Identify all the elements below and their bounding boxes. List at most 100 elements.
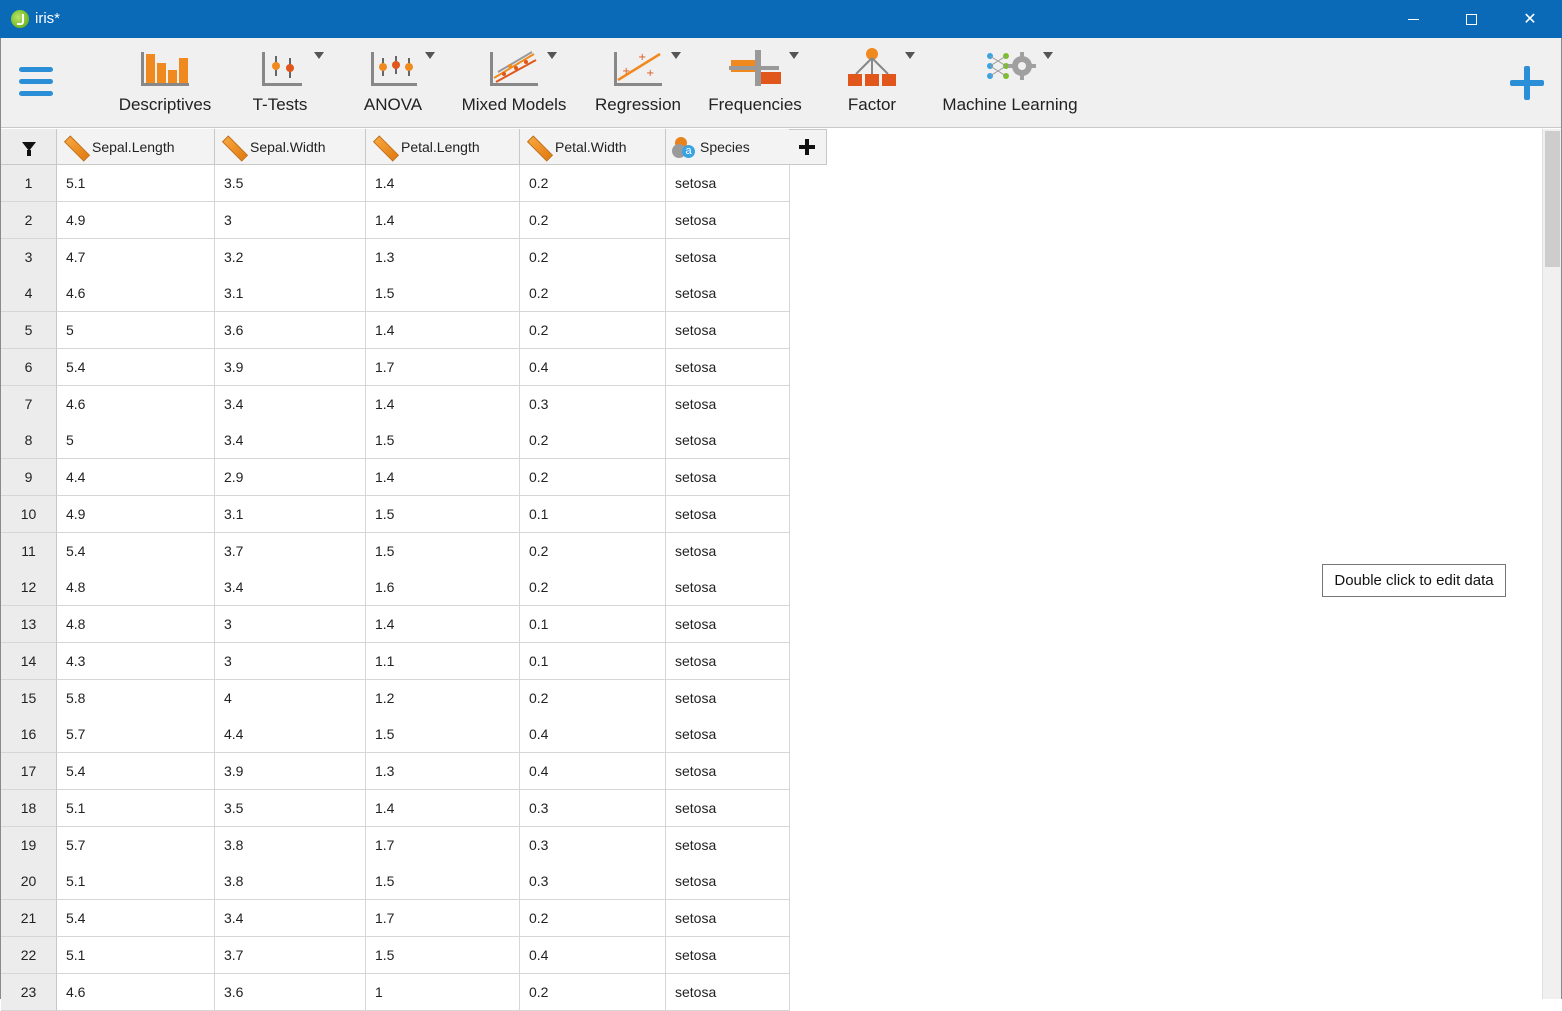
- data-cell[interactable]: 5.7: [57, 716, 215, 753]
- data-cell[interactable]: 1: [366, 974, 520, 1011]
- data-cell[interactable]: 1.4: [366, 606, 520, 643]
- ribbon-descriptives-button[interactable]: Descriptives: [115, 46, 215, 115]
- row-header[interactable]: 19: [1, 827, 57, 864]
- data-cell[interactable]: 4.7: [57, 239, 215, 276]
- data-cell[interactable]: 1.3: [366, 239, 520, 276]
- data-cell[interactable]: 0.4: [520, 753, 666, 790]
- column-header-petal-width[interactable]: Petal.Width: [520, 129, 666, 165]
- data-cell[interactable]: setosa: [666, 569, 790, 606]
- row-header[interactable]: 1: [1, 165, 57, 202]
- data-cell[interactable]: 0.2: [520, 680, 666, 717]
- data-cell[interactable]: 1.4: [366, 202, 520, 239]
- row-header[interactable]: 11: [1, 533, 57, 570]
- data-cell[interactable]: 0.2: [520, 312, 666, 349]
- data-cell[interactable]: 0.2: [520, 165, 666, 202]
- row-header[interactable]: 3: [1, 239, 57, 276]
- data-cell[interactable]: 0.1: [520, 606, 666, 643]
- data-cell[interactable]: 3.8: [215, 827, 366, 864]
- row-header[interactable]: 8: [1, 422, 57, 459]
- data-cell[interactable]: setosa: [666, 349, 790, 386]
- data-cell[interactable]: setosa: [666, 165, 790, 202]
- row-header[interactable]: 7: [1, 386, 57, 423]
- data-cell[interactable]: 0.4: [520, 349, 666, 386]
- data-cell[interactable]: setosa: [666, 422, 790, 459]
- data-cell[interactable]: 0.3: [520, 790, 666, 827]
- data-cell[interactable]: 5: [57, 422, 215, 459]
- data-cell[interactable]: 1.5: [366, 422, 520, 459]
- data-cell[interactable]: 0.2: [520, 459, 666, 496]
- data-cell[interactable]: 4.9: [57, 496, 215, 533]
- data-cell[interactable]: 0.2: [520, 974, 666, 1011]
- data-cell[interactable]: 1.4: [366, 459, 520, 496]
- data-cell[interactable]: 0.2: [520, 239, 666, 276]
- data-cell[interactable]: setosa: [666, 312, 790, 349]
- column-header-sepal-width[interactable]: Sepal.Width: [215, 129, 366, 165]
- data-cell[interactable]: 3.7: [215, 533, 366, 570]
- data-cell[interactable]: 2.9: [215, 459, 366, 496]
- data-cell[interactable]: setosa: [666, 606, 790, 643]
- data-cell[interactable]: 5.1: [57, 937, 215, 974]
- plus-icon[interactable]: [1510, 66, 1544, 100]
- data-cell[interactable]: 1.5: [366, 275, 520, 312]
- scrollbar-thumb[interactable]: [1545, 131, 1560, 267]
- data-cell[interactable]: setosa: [666, 900, 790, 937]
- row-header[interactable]: 5: [1, 312, 57, 349]
- data-cell[interactable]: 5.4: [57, 349, 215, 386]
- data-cell[interactable]: 0.2: [520, 569, 666, 606]
- ribbon-frequencies-button[interactable]: Frequencies: [705, 46, 805, 115]
- data-cell[interactable]: 4.8: [57, 569, 215, 606]
- data-cell[interactable]: 3.4: [215, 386, 366, 423]
- data-cell[interactable]: 1.6: [366, 569, 520, 606]
- data-cell[interactable]: 1.5: [366, 496, 520, 533]
- row-header[interactable]: 17: [1, 753, 57, 790]
- row-header[interactable]: 18: [1, 790, 57, 827]
- data-cell[interactable]: 3.6: [215, 312, 366, 349]
- data-cell[interactable]: 3.9: [215, 753, 366, 790]
- data-cell[interactable]: 5.4: [57, 533, 215, 570]
- data-cell[interactable]: 1.5: [366, 533, 520, 570]
- add-column-button[interactable]: [789, 129, 827, 165]
- data-cell[interactable]: setosa: [666, 386, 790, 423]
- row-header[interactable]: 20: [1, 863, 57, 900]
- ribbon-machine-learning-button[interactable]: Machine Learning: [938, 46, 1082, 115]
- data-cell[interactable]: 1.2: [366, 680, 520, 717]
- column-header-petal-length[interactable]: Petal.Length: [366, 129, 520, 165]
- filter-button[interactable]: [1, 129, 57, 165]
- row-header[interactable]: 21: [1, 900, 57, 937]
- data-cell[interactable]: 1.4: [366, 165, 520, 202]
- row-header[interactable]: 2: [1, 202, 57, 239]
- data-cell[interactable]: 3.4: [215, 422, 366, 459]
- data-cell[interactable]: setosa: [666, 790, 790, 827]
- data-cell[interactable]: 3: [215, 643, 366, 680]
- data-cell[interactable]: 3.4: [215, 569, 366, 606]
- close-button[interactable]: ✕: [1501, 0, 1559, 38]
- data-cell[interactable]: 4.9: [57, 202, 215, 239]
- data-cell[interactable]: 5: [57, 312, 215, 349]
- data-cell[interactable]: 4.3: [57, 643, 215, 680]
- data-cell[interactable]: 0.3: [520, 827, 666, 864]
- data-cell[interactable]: 0.3: [520, 863, 666, 900]
- data-cell[interactable]: setosa: [666, 716, 790, 753]
- data-cell[interactable]: 0.3: [520, 386, 666, 423]
- data-cell[interactable]: setosa: [666, 827, 790, 864]
- minimize-button[interactable]: [1384, 0, 1442, 38]
- data-cell[interactable]: 0.2: [520, 533, 666, 570]
- row-header[interactable]: 9: [1, 459, 57, 496]
- data-cell[interactable]: setosa: [666, 863, 790, 900]
- row-header[interactable]: 23: [1, 974, 57, 1011]
- data-cell[interactable]: 3.8: [215, 863, 366, 900]
- ribbon-anova-button[interactable]: ANOVA: [358, 46, 435, 115]
- data-cell[interactable]: 1.7: [366, 349, 520, 386]
- data-cell[interactable]: 4.4: [215, 716, 366, 753]
- data-cell[interactable]: setosa: [666, 643, 790, 680]
- data-cell[interactable]: 0.4: [520, 937, 666, 974]
- ribbon-regression-button[interactable]: + + + Regression: [591, 46, 685, 115]
- ribbon-t-tests-button[interactable]: T-Tests: [245, 46, 324, 115]
- data-cell[interactable]: 0.2: [520, 422, 666, 459]
- data-cell[interactable]: setosa: [666, 459, 790, 496]
- data-cell[interactable]: 0.2: [520, 202, 666, 239]
- data-cell[interactable]: 3.2: [215, 239, 366, 276]
- data-cell[interactable]: setosa: [666, 275, 790, 312]
- data-cell[interactable]: 5.4: [57, 753, 215, 790]
- data-cell[interactable]: 3.6: [215, 974, 366, 1011]
